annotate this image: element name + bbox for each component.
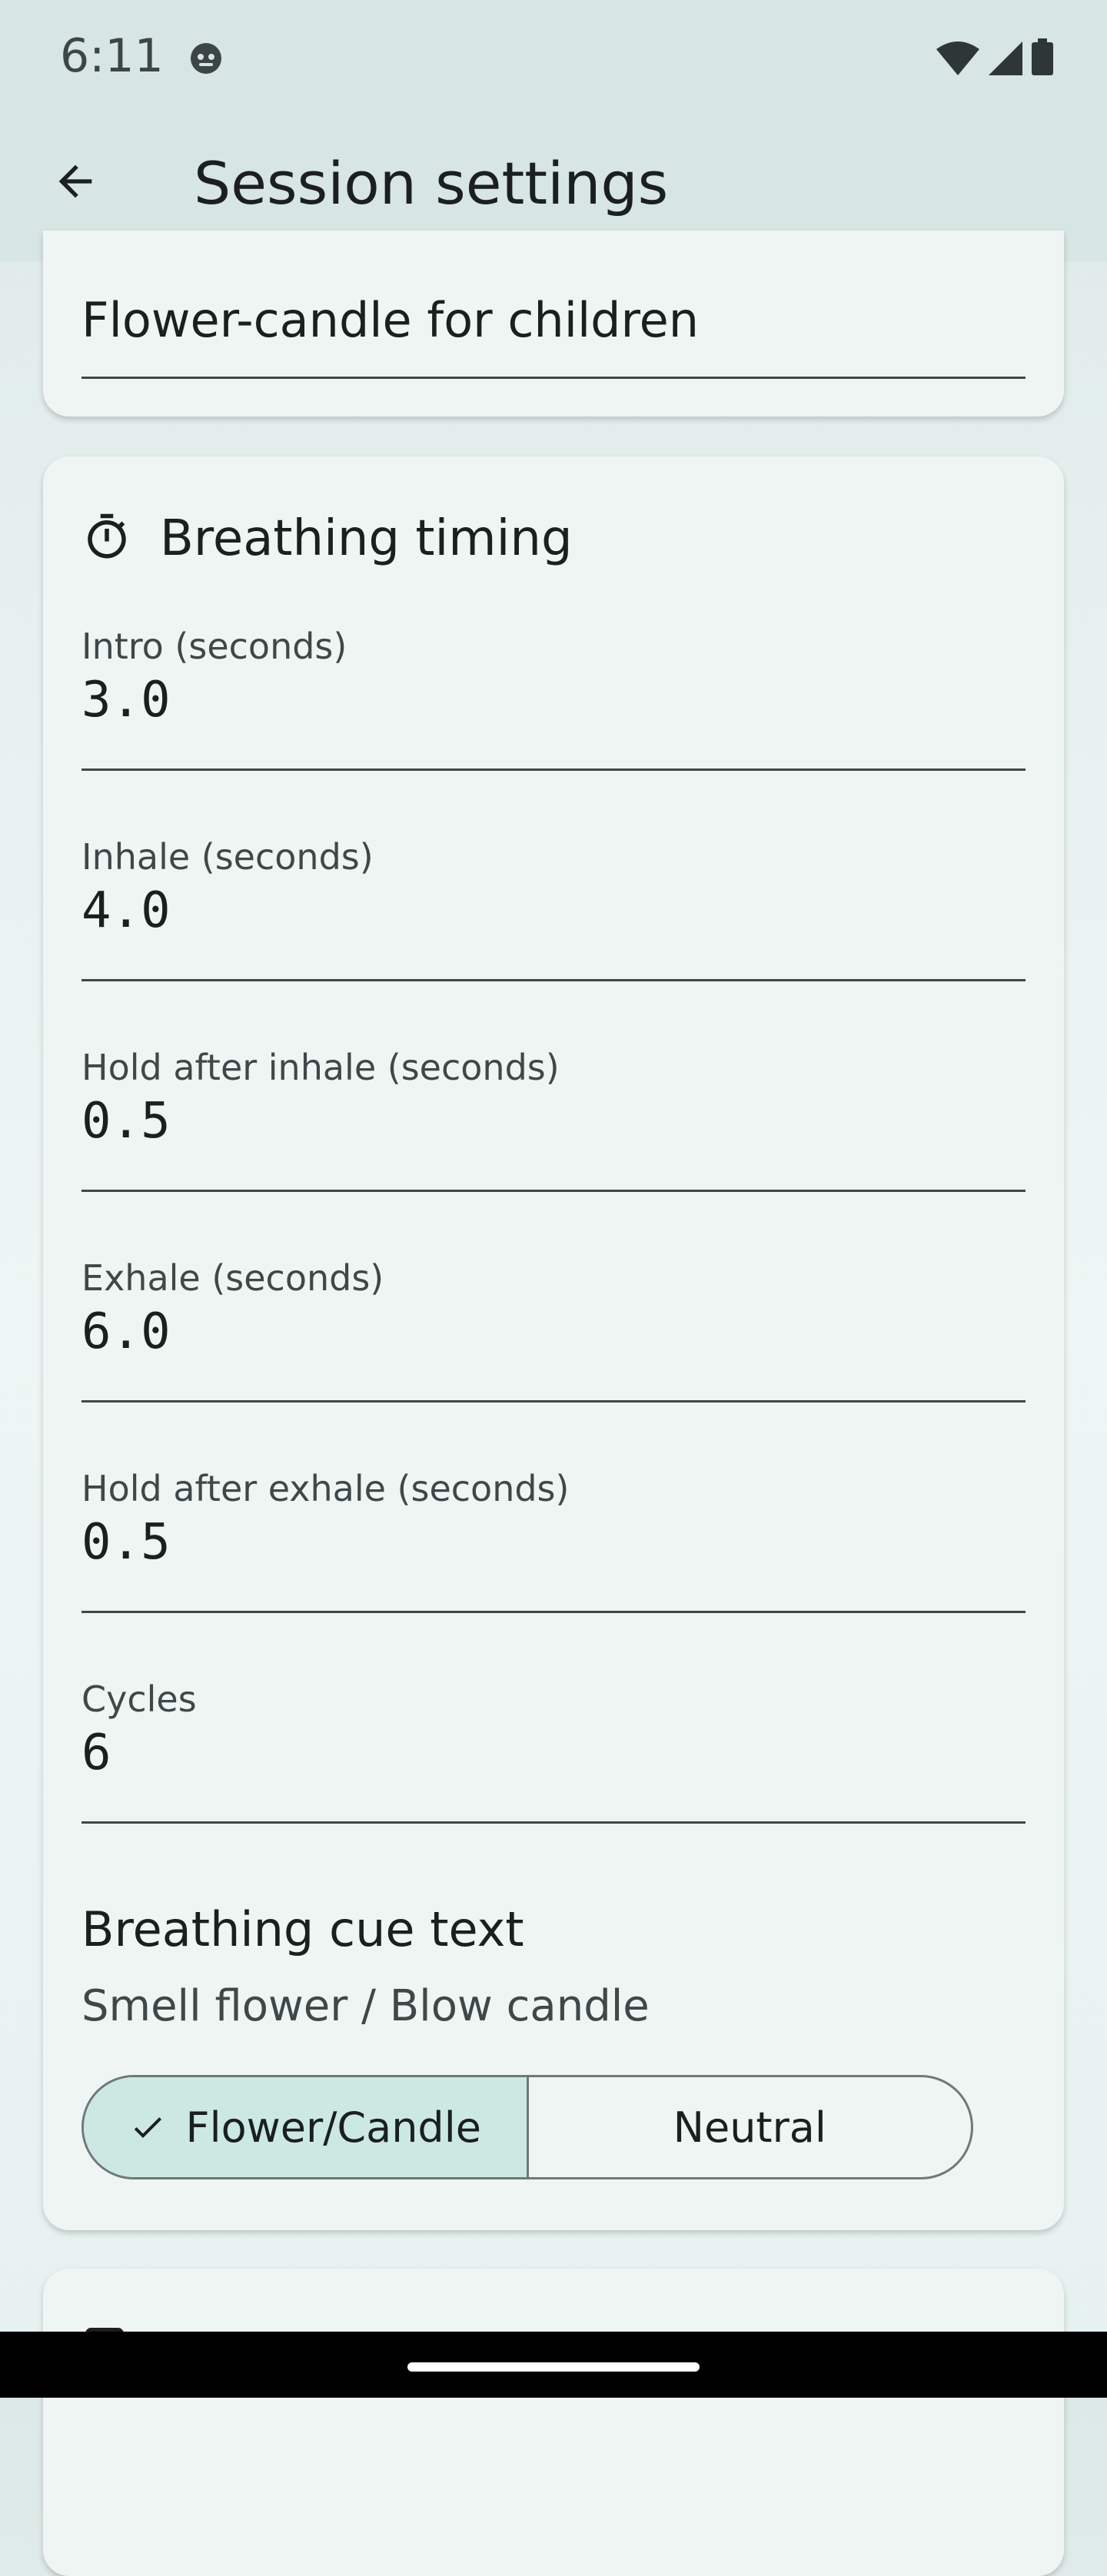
hold-after-exhale-underline [81, 1611, 1026, 1613]
back-button[interactable] [37, 144, 114, 221]
cell-signal-icon [989, 41, 1022, 78]
status-time: 6:11 [60, 29, 164, 83]
intro-underline [81, 768, 1026, 771]
intro-input[interactable]: 3.0 [81, 672, 171, 729]
arrow-back-icon [51, 157, 100, 209]
inhale-label: Inhale (seconds) [81, 836, 374, 878]
inhale-input[interactable]: 4.0 [81, 882, 171, 939]
cycles-field[interactable]: Cycles 6 [81, 1678, 1026, 1871]
intro-label: Intro (seconds) [81, 626, 347, 667]
hold-after-exhale-field[interactable]: Hold after exhale (seconds) 0.5 [81, 1468, 1026, 1660]
next-section-card [43, 2269, 1064, 2576]
exhale-label: Exhale (seconds) [81, 1257, 384, 1299]
hold-after-exhale-input[interactable]: 0.5 [81, 1514, 171, 1571]
segment-neutral-label: Neutral [673, 2103, 826, 2152]
exhale-underline [81, 1400, 1026, 1403]
breathing-cue-subtitle: Smell flower / Blow candle [81, 1981, 650, 2031]
timer-icon [81, 512, 132, 566]
cycles-label: Cycles [81, 1678, 197, 1720]
cycles-input[interactable]: 6 [81, 1725, 111, 1781]
intro-field[interactable]: Intro (seconds) 3.0 [81, 626, 1026, 818]
session-name-card: Flower-candle for children [43, 231, 1064, 417]
robot-icon [188, 40, 224, 74]
page-title: Session settings [194, 149, 669, 217]
breathing-cue-title: Breathing cue text [81, 1901, 524, 1957]
hold-after-inhale-input[interactable]: 0.5 [81, 1093, 171, 1150]
breathing-timing-card: Breathing timing Intro (seconds) 3.0 Inh… [43, 456, 1064, 2230]
system-navigation-bar [0, 2332, 1107, 2398]
wifi-icon [936, 41, 979, 78]
inhale-field[interactable]: Inhale (seconds) 4.0 [81, 836, 1026, 1028]
breathing-timing-title: Breathing timing [160, 510, 573, 567]
hold-after-inhale-field[interactable]: Hold after inhale (seconds) 0.5 [81, 1047, 1026, 1239]
breathing-cue-segmented-button: Flower/Candle Neutral [81, 2075, 973, 2179]
segment-flower-candle-label: Flower/Candle [185, 2103, 481, 2152]
hold-after-exhale-label: Hold after exhale (seconds) [81, 1468, 570, 1509]
segment-neutral[interactable]: Neutral [529, 2077, 972, 2177]
session-name-underline [81, 377, 1026, 379]
check-icon [129, 2109, 166, 2146]
exhale-input[interactable]: 6.0 [81, 1303, 171, 1360]
cycles-underline [81, 1821, 1026, 1824]
status-bar: 6:11 [0, 0, 1107, 115]
home-gesture-handle[interactable] [407, 2362, 700, 2372]
hold-after-inhale-underline [81, 1190, 1026, 1192]
session-name-input[interactable]: Flower-candle for children [81, 292, 699, 348]
exhale-field[interactable]: Exhale (seconds) 6.0 [81, 1257, 1026, 1449]
status-icons [936, 38, 1053, 78]
segment-flower-candle[interactable]: Flower/Candle [84, 2077, 529, 2177]
battery-icon [1032, 38, 1053, 78]
breathing-timing-header: Breathing timing [81, 510, 573, 567]
hold-after-inhale-label: Hold after inhale (seconds) [81, 1047, 560, 1088]
inhale-underline [81, 979, 1026, 981]
